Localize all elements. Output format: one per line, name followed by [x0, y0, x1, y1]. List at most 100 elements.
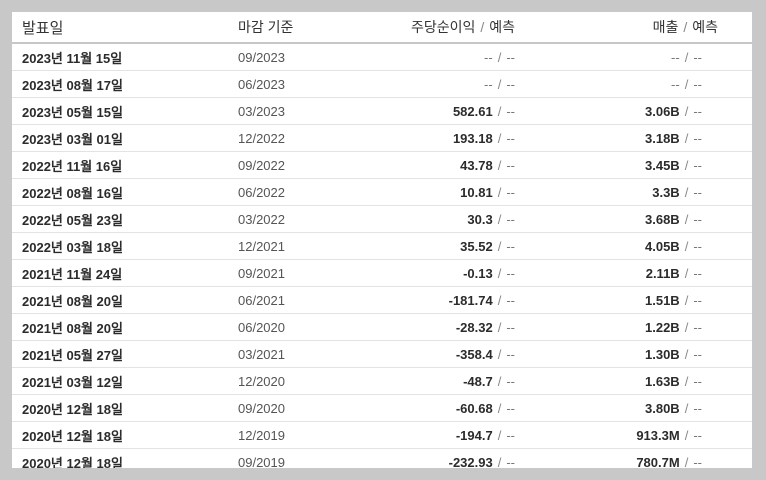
eps-value: -28.32 [455, 319, 493, 335]
eps-value: 43.78 [460, 157, 493, 173]
eps-cell: -- / -- [392, 70, 527, 98]
release-date-cell: 2022년 11월 16일 [12, 151, 232, 179]
revenue-cell: 3.80B / -- [527, 394, 752, 422]
revenue-value: 1.51B [645, 292, 680, 308]
revenue-value: 1.22B [645, 319, 680, 335]
revenue-cell: 780.7M / -- [527, 448, 752, 469]
table-header-row: 발표일 마감 기준 주당순이익 / 예측 매출 / 예측 [12, 12, 752, 44]
value-separator: / [684, 238, 689, 254]
table-row: 2021년 05월 27일 03/2021 -358.4/-- 1.30B / -- [12, 340, 752, 368]
eps-forecast-value: -- [506, 76, 515, 92]
eps-cell: -0.13/-- [392, 259, 527, 287]
release-date-cell: 2022년 05월 23일 [12, 205, 232, 233]
revenue-forecast-value: -- [693, 265, 702, 281]
eps-value: -60.68 [455, 400, 493, 416]
column-header-revenue[interactable]: 매출 / 예측 [527, 12, 752, 44]
eps-cell: -181.74/-- [392, 286, 527, 314]
value-separator: / [497, 76, 502, 92]
release-date-cell: 2020년 12월 18일 [12, 421, 232, 449]
value-separator: / [684, 157, 689, 173]
value-separator: / [497, 427, 502, 443]
release-date-cell: 2020년 12월 18일 [12, 448, 232, 468]
value-separator: / [497, 238, 502, 254]
eps-forecast-value: -- [506, 49, 515, 65]
value-separator: / [497, 400, 502, 416]
table-row: 2021년 11월 24일 09/2021 -0.13/-- 2.11B / -- [12, 259, 752, 287]
revenue-forecast-value: -- [693, 454, 702, 469]
period-cell: 03/2022 [232, 205, 392, 233]
period-cell: 09/2023 [232, 43, 392, 71]
release-date-cell: 2021년 05월 27일 [12, 340, 232, 368]
eps-forecast-value: -- [506, 373, 515, 389]
revenue-cell: 3.18B / -- [527, 124, 752, 152]
release-date-cell: 2023년 05월 15일 [12, 97, 232, 125]
eps-cell: -358.4/-- [392, 340, 527, 368]
eps-cell: -48.7/-- [392, 367, 527, 395]
column-header-period[interactable]: 마감 기준 [232, 12, 392, 44]
eps-value: -358.4 [455, 346, 493, 362]
column-header-eps[interactable]: 주당순이익 / 예측 [392, 12, 527, 44]
revenue-forecast-value: -- [693, 157, 702, 173]
value-separator: / [497, 346, 502, 362]
revenue-forecast-value: -- [693, 373, 702, 389]
eps-cell: 193.18/-- [392, 124, 527, 152]
period-cell: 06/2021 [232, 286, 392, 314]
eps-value: 10.81 [460, 184, 493, 200]
eps-value: -0.13 [463, 265, 493, 281]
revenue-forecast-value: -- [693, 211, 702, 227]
eps-forecast-value: -- [506, 103, 515, 119]
eps-value: -181.74 [448, 292, 493, 308]
eps-forecast-value: -- [506, 130, 515, 146]
eps-cell: 43.78/-- [392, 151, 527, 179]
release-date-cell: 2021년 11월 24일 [12, 259, 232, 287]
release-date-cell: 2023년 03월 01일 [12, 124, 232, 152]
value-separator: / [497, 292, 502, 308]
revenue-value: 3.45B [645, 157, 680, 173]
release-date-cell: 2022년 03월 18일 [12, 232, 232, 260]
eps-forecast-value: -- [506, 211, 515, 227]
revenue-value: 3.3B [652, 184, 680, 200]
release-date-cell: 2021년 03월 12일 [12, 367, 232, 395]
period-cell: 12/2020 [232, 367, 392, 395]
eps-cell: -- / -- [392, 43, 527, 71]
column-header-date[interactable]: 발표일 [12, 12, 232, 44]
revenue-cell: 1.22B / -- [527, 313, 752, 341]
revenue-value: -- [671, 49, 680, 65]
table-row: 2020년 12월 18일 09/2020 -60.68/-- 3.80B / -- [12, 394, 752, 422]
value-separator: / [684, 103, 689, 119]
revenue-cell: 4.05B / -- [527, 232, 752, 260]
revenue-cell: 3.06B / -- [527, 97, 752, 125]
value-separator: / [497, 49, 502, 65]
eps-value: 35.52 [460, 238, 493, 254]
period-cell: 12/2021 [232, 232, 392, 260]
period-cell: 06/2022 [232, 178, 392, 206]
eps-forecast-value: -- [506, 238, 515, 254]
eps-cell: 30.3/-- [392, 205, 527, 233]
value-separator: / [684, 184, 689, 200]
eps-forecast-value: -- [506, 346, 515, 362]
header-separator: / [480, 19, 485, 35]
revenue-value: 3.68B [645, 211, 680, 227]
eps-value: -48.7 [463, 373, 493, 389]
value-separator: / [497, 130, 502, 146]
eps-cell: 10.81/-- [392, 178, 527, 206]
revenue-value: 4.05B [645, 238, 680, 254]
revenue-forecast-value: -- [693, 292, 702, 308]
revenue-forecast-label: 예측 [692, 19, 718, 35]
period-cell: 12/2019 [232, 421, 392, 449]
eps-cell: -232.93 / -- [392, 448, 527, 468]
value-separator: / [684, 49, 689, 65]
eps-cell: 582.61/-- [392, 97, 527, 125]
value-separator: / [497, 103, 502, 119]
eps-cell: -60.68/-- [392, 394, 527, 422]
release-date-cell: 2023년 08월 17일 [12, 70, 232, 98]
table-row: 2023년 11월 15일 09/2023 -- / -- -- / -- [12, 43, 752, 71]
table-row: 2022년 08월 16일 06/2022 10.81/-- 3.3B / -- [12, 178, 752, 206]
eps-cell: 35.52/-- [392, 232, 527, 260]
revenue-cell: 1.30B / -- [527, 340, 752, 368]
revenue-cell: 2.11B / -- [527, 259, 752, 287]
table-row: 2020년 12월 18일 09/2019 -232.93 / -- 780.7M / -- [12, 448, 752, 469]
revenue-cell: 1.51B / -- [527, 286, 752, 314]
earnings-panel: 발표일 마감 기준 주당순이익 / 예측 매출 / 예측 2023년 11월 15일 09… [12, 12, 752, 468]
eps-forecast-label: 예측 [489, 19, 515, 35]
